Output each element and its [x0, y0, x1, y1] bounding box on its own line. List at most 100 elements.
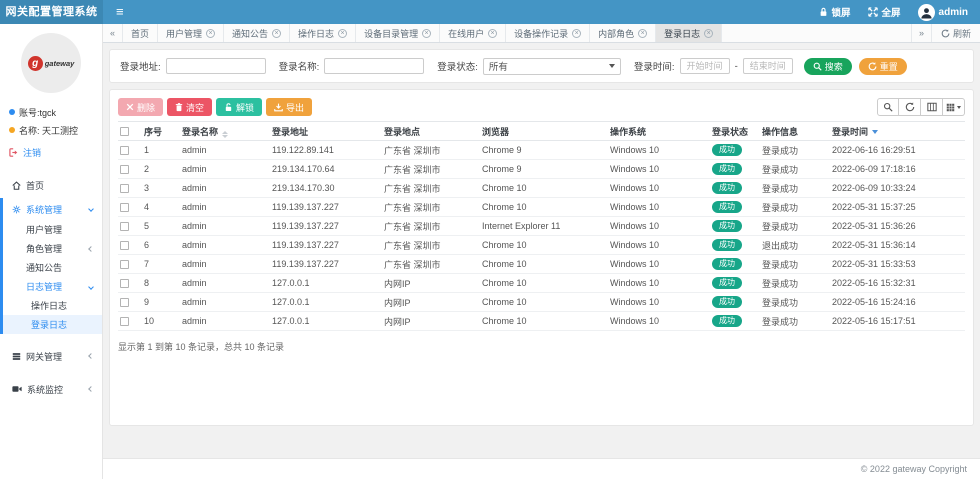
tab-close-icon[interactable]: ×: [572, 29, 581, 38]
cell-login-time: 2022-06-16 16:29:51: [830, 141, 965, 160]
row-checkbox[interactable]: [120, 203, 129, 212]
cell-login-name: admin: [180, 217, 270, 236]
tab-item[interactable]: 用户管理 ×: [158, 24, 224, 42]
cell-login-location: 内网IP: [382, 312, 480, 331]
export-button[interactable]: 导出: [266, 98, 312, 116]
tab-item[interactable]: 内部角色 ×: [590, 24, 656, 42]
table-columns-button[interactable]: [921, 98, 943, 116]
table-row[interactable]: 10 admin 127.0.0.1 内网IP Chrome 10 Window…: [118, 312, 965, 331]
sidebar-item-operation-log[interactable]: 操作日志: [3, 296, 102, 315]
tab-close-icon[interactable]: ×: [338, 29, 347, 38]
fullscreen-button[interactable]: 全屏: [868, 5, 901, 19]
status-badge: 成功: [712, 163, 742, 176]
row-checkbox[interactable]: [120, 317, 129, 326]
tab-item[interactable]: 首页: [123, 24, 158, 42]
table-layout-dropdown-button[interactable]: [943, 98, 965, 116]
tab-label: 设备操作记录: [514, 27, 568, 40]
cell-login-time: 2022-05-31 15:36:14: [830, 236, 965, 255]
col-login-name[interactable]: 登录名称: [180, 122, 270, 141]
chevron-left-icon: [88, 353, 94, 359]
cell-index: 10: [142, 312, 180, 331]
search-button[interactable]: 搜索: [804, 58, 852, 75]
tab-item[interactable]: 设备目录管理 ×: [356, 24, 440, 42]
sidebar-item-role-management[interactable]: 角色管理: [3, 239, 102, 258]
cell-login-name: admin: [180, 141, 270, 160]
logout-button[interactable]: 注销: [0, 142, 102, 162]
row-checkbox[interactable]: [120, 165, 129, 174]
sidebar-item-notice[interactable]: 通知公告: [3, 258, 102, 277]
login-status-select[interactable]: 所有: [483, 58, 621, 75]
select-all-checkbox[interactable]: [120, 127, 129, 136]
refresh-icon: [941, 29, 950, 38]
tab-close-icon[interactable]: ×: [704, 29, 713, 38]
username-label: admin: [939, 7, 968, 18]
tab-close-icon[interactable]: ×: [488, 29, 497, 38]
cell-message: 登录成功: [760, 198, 830, 217]
row-checkbox[interactable]: [120, 146, 129, 155]
end-time-input[interactable]: [743, 58, 793, 74]
unlock-button[interactable]: 解锁: [216, 98, 262, 116]
tab-item[interactable]: 登录日志 ×: [656, 24, 722, 42]
user-menu[interactable]: admin: [918, 4, 968, 21]
tab-item[interactable]: 在线用户 ×: [440, 24, 506, 42]
account-line: 账号:tgck: [0, 103, 102, 121]
row-checkbox[interactable]: [120, 298, 129, 307]
tab-close-icon[interactable]: ×: [206, 29, 215, 38]
table-row[interactable]: 7 admin 119.139.137.227 广东省 深圳市 Chrome 1…: [118, 255, 965, 274]
sidebar-item-login-log[interactable]: 登录日志: [3, 315, 102, 334]
tabs-scroll-left-icon[interactable]: «: [103, 24, 123, 42]
status-badge: 成功: [712, 220, 742, 233]
table-row[interactable]: 8 admin 127.0.0.1 内网IP Chrome 10 Windows…: [118, 274, 965, 293]
cell-login-address: 127.0.0.1: [270, 312, 382, 331]
login-name-input[interactable]: [324, 58, 424, 74]
sidebar-item-home[interactable]: 首页: [0, 174, 102, 196]
table-row[interactable]: 4 admin 119.139.137.227 广东省 深圳市 Chrome 1…: [118, 198, 965, 217]
table-row[interactable]: 5 admin 119.139.137.227 广东省 深圳市 Internet…: [118, 217, 965, 236]
table-refresh-button[interactable]: [899, 98, 921, 116]
sidebar-item-gateway-management[interactable]: 网关管理: [0, 345, 102, 367]
table-row[interactable]: 9 admin 127.0.0.1 内网IP Chrome 10 Windows…: [118, 293, 965, 312]
row-checkbox[interactable]: [120, 241, 129, 250]
tab-item[interactable]: 操作日志 ×: [290, 24, 356, 42]
sidebar-item-user-management[interactable]: 用户管理: [3, 220, 102, 239]
col-login-status: 登录状态: [710, 122, 760, 141]
cell-login-time: 2022-05-16 15:24:16: [830, 293, 965, 312]
sidebar-toggle-icon[interactable]: ≡: [103, 0, 137, 24]
start-time-input[interactable]: [680, 58, 730, 74]
table-row[interactable]: 1 admin 119.122.89.141 广东省 深圳市 Chrome 9 …: [118, 141, 965, 160]
refresh-tab-button[interactable]: 刷新: [931, 24, 980, 42]
row-checkbox[interactable]: [120, 184, 129, 193]
page-footer: © 2022 gateway Copyright: [103, 458, 980, 479]
delete-button[interactable]: 删除: [118, 98, 163, 116]
sidebar-item-system-management[interactable]: 系统管理: [3, 198, 102, 220]
table-row[interactable]: 2 admin 219.134.170.64 广东省 深圳市 Chrome 9 …: [118, 160, 965, 179]
tab-close-icon[interactable]: ×: [638, 29, 647, 38]
tab-item[interactable]: 设备操作记录 ×: [506, 24, 590, 42]
row-checkbox[interactable]: [120, 260, 129, 269]
cell-message: 退出成功: [760, 236, 830, 255]
tab-close-icon[interactable]: ×: [272, 29, 281, 38]
cell-index: 3: [142, 179, 180, 198]
lock-screen-button[interactable]: 锁屏: [819, 5, 851, 19]
reset-button[interactable]: 重置: [859, 58, 907, 75]
row-checkbox[interactable]: [120, 279, 129, 288]
tab-close-icon[interactable]: ×: [422, 29, 431, 38]
table-view-controls: [877, 98, 965, 116]
table-row[interactable]: 6 admin 119.139.137.227 广东省 深圳市 Chrome 1…: [118, 236, 965, 255]
tab-item[interactable]: 通知公告 ×: [224, 24, 290, 42]
table-search-toggle-button[interactable]: [877, 98, 899, 116]
row-checkbox[interactable]: [120, 222, 129, 231]
dropdown-caret-icon: [957, 106, 961, 109]
sidebar-item-log-management[interactable]: 日志管理: [3, 277, 102, 296]
system-management-group: 系统管理 用户管理 角色管理 通知公告 日志管理 操作日志 登录日志: [0, 198, 102, 334]
tabs-scroll-right-icon[interactable]: »: [911, 24, 931, 42]
cell-login-time: 2022-05-31 15:36:26: [830, 217, 965, 236]
login-address-input[interactable]: [166, 58, 266, 74]
cell-login-address: 119.122.89.141: [270, 141, 382, 160]
col-login-time[interactable]: 登录时间: [830, 122, 965, 141]
status-badge: 成功: [712, 201, 742, 214]
table-row[interactable]: 3 admin 219.134.170.30 广东省 深圳市 Chrome 10…: [118, 179, 965, 198]
tab-bar-items: 首页 用户管理 × 通知公告 × 操作日志 × 设备目录管理 × 在线用户 × …: [123, 24, 911, 42]
sidebar-item-system-monitor[interactable]: 系统监控: [0, 378, 102, 400]
clear-button[interactable]: 清空: [167, 98, 212, 116]
